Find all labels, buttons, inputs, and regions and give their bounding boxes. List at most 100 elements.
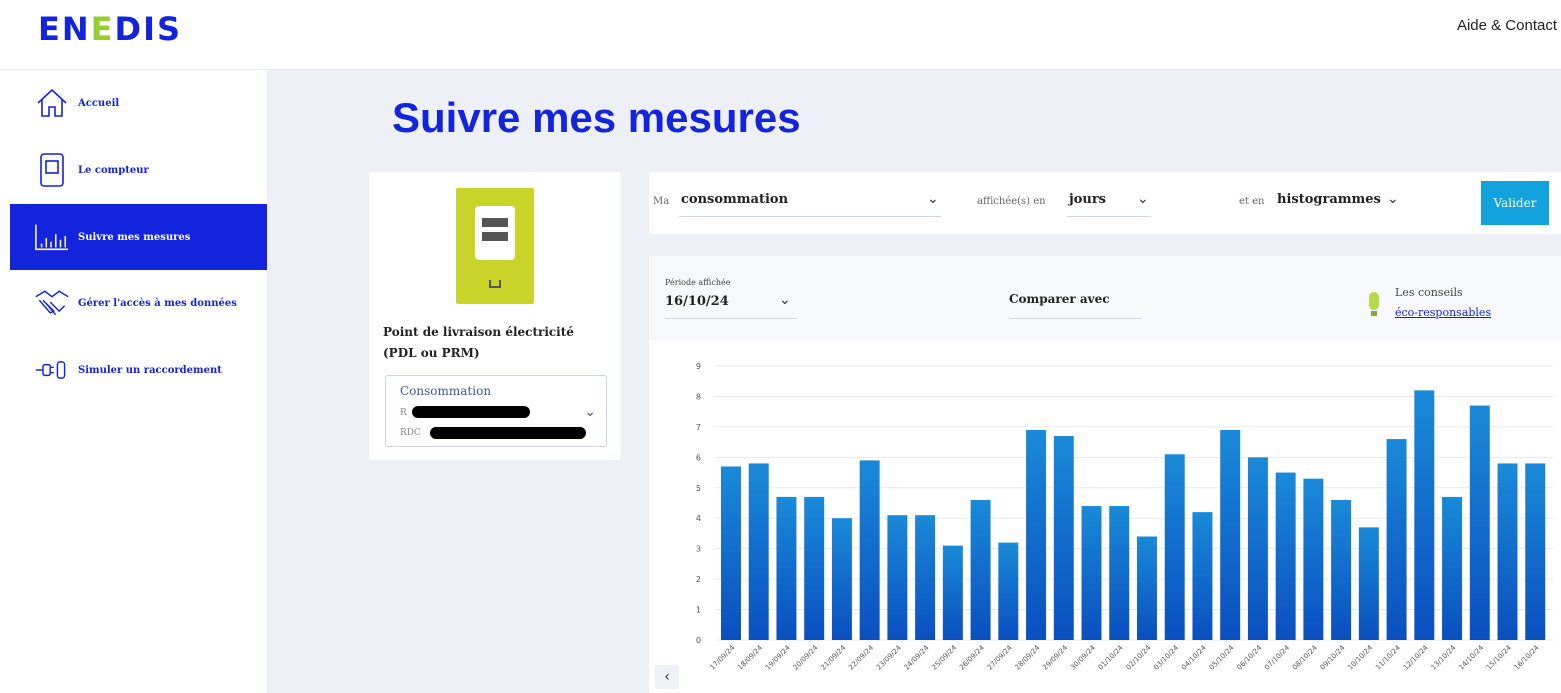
- sidebar: Accueil Le compteur Suivre mes mesures G…: [10, 70, 267, 693]
- pdl-select[interactable]: Consommation R RDC ⌄: [385, 375, 607, 447]
- chart-bar[interactable]: [942, 545, 963, 640]
- sidebar-item-label: Suivre mes mesures: [78, 231, 191, 243]
- sidebar-item-acces-donnees[interactable]: Gérer l'accès à mes données: [10, 270, 267, 336]
- x-tick-label: 10/10/24: [1346, 643, 1374, 671]
- handshake-icon: [34, 285, 70, 321]
- chart-bar[interactable]: [776, 496, 797, 640]
- chart-bar[interactable]: [859, 460, 880, 640]
- chart-card: Période affichée 16/10/24 ⌄ Comparer ave…: [649, 256, 1561, 693]
- chevron-down-icon[interactable]: ⌄: [1387, 191, 1399, 207]
- chart-bar[interactable]: [970, 499, 991, 640]
- meter-screen: [475, 206, 515, 260]
- chart-bar[interactable]: [721, 466, 741, 640]
- eco-tips-link[interactable]: éco-responsables: [1395, 306, 1491, 319]
- pdl-card: Point de livraison électricité (PDL ou P…: [369, 172, 621, 460]
- filter-bar: Ma consommation ⌄ affichée(s) en jours ⌄…: [649, 172, 1561, 234]
- chart-bar[interactable]: [748, 463, 769, 640]
- sidebar-item-accueil[interactable]: Accueil: [10, 70, 267, 136]
- field-underline: [665, 318, 797, 319]
- compare-with-select[interactable]: Comparer avec: [1009, 292, 1110, 306]
- y-tick-label: 6: [696, 453, 701, 462]
- measure-select[interactable]: consommation: [681, 192, 788, 207]
- chart-bar[interactable]: [1414, 390, 1435, 640]
- chevron-left-icon[interactable]: ‹: [655, 665, 679, 689]
- sidebar-item-raccordement[interactable]: Simuler un raccordement: [10, 337, 267, 403]
- chart-icon: [34, 219, 70, 255]
- consumption-bar-chart: 0 1 2 3 4 5 6 7 8 9 17/09/24 18/09/24 19/09/24 20/09/…: [696, 362, 1553, 672]
- sidebar-item-label: Accueil: [78, 97, 120, 109]
- chevron-down-icon[interactable]: ⌄: [779, 292, 791, 308]
- chart-bar[interactable]: [1386, 439, 1407, 640]
- home-icon: [34, 85, 70, 121]
- meter-icon: [34, 152, 70, 188]
- x-tick-label: 14/10/24: [1457, 643, 1485, 671]
- chevron-down-icon[interactable]: ⌄: [1137, 191, 1149, 207]
- chart-bar[interactable]: [1303, 478, 1324, 640]
- chart-bar[interactable]: [1275, 472, 1296, 640]
- x-tick-label: 15/10/24: [1485, 643, 1513, 671]
- field-underline: [1009, 318, 1141, 319]
- filter-label: affichée(s) en: [977, 196, 1046, 207]
- filter-label: et en: [1239, 196, 1265, 207]
- x-tick-label: 20/09/24: [792, 643, 820, 671]
- pdl-label: Point de livraison électricité (PDL ou P…: [383, 325, 574, 360]
- chart-bar[interactable]: [804, 496, 825, 640]
- validate-button[interactable]: Valider: [1481, 181, 1549, 225]
- chart-bar[interactable]: [1137, 536, 1157, 640]
- x-tick-label: 01/10/24: [1097, 643, 1125, 671]
- y-tick-label: 7: [696, 423, 701, 432]
- chart-bar[interactable]: [1081, 506, 1102, 640]
- unit-select[interactable]: jours: [1069, 192, 1106, 207]
- chart-bar[interactable]: [1358, 527, 1379, 640]
- sidebar-item-label: Simuler un raccordement: [78, 364, 222, 376]
- y-tick-label: 4: [696, 514, 701, 523]
- x-tick-label: 29/09/24: [1041, 643, 1069, 671]
- x-tick-label: 04/10/24: [1180, 643, 1208, 671]
- x-tick-label: 02/10/24: [1125, 643, 1153, 671]
- period-select[interactable]: 16/10/24: [665, 294, 729, 309]
- chart-bar[interactable]: [1192, 512, 1213, 640]
- chart-bar[interactable]: [1469, 405, 1490, 640]
- sidebar-item-compteur[interactable]: Le compteur: [10, 137, 267, 203]
- top-header: ENEDIS Aide & Contact: [0, 0, 1561, 70]
- chart-bar[interactable]: [1331, 499, 1352, 640]
- x-tick-label: 06/10/24: [1235, 643, 1263, 671]
- chart-bar[interactable]: [887, 515, 908, 640]
- x-tick-label: 13/10/24: [1430, 643, 1458, 671]
- chart-bar[interactable]: [1525, 463, 1546, 640]
- chevron-down-icon[interactable]: ⌄: [927, 191, 939, 207]
- help-contact-link[interactable]: Aide & Contact: [1457, 17, 1557, 34]
- x-tick-label: 25/09/24: [930, 643, 958, 671]
- chart-controls: Période affichée 16/10/24 ⌄ Comparer ave…: [649, 256, 1561, 340]
- linky-meter-illustration: [456, 188, 534, 304]
- chart-bar[interactable]: [1053, 436, 1074, 640]
- chart-bar[interactable]: [998, 542, 1019, 640]
- chart-bar[interactable]: [1247, 457, 1268, 640]
- x-tick-label: 28/09/24: [1014, 643, 1042, 671]
- chart-bar[interactable]: [1026, 429, 1047, 640]
- sidebar-item-mesures[interactable]: Suivre mes mesures: [10, 204, 267, 270]
- x-tick-label: 21/09/24: [819, 643, 847, 671]
- x-tick-label: 11/10/24: [1374, 643, 1402, 671]
- display-mode-select[interactable]: histogrammes: [1277, 192, 1381, 207]
- y-tick-label: 8: [696, 392, 701, 401]
- chart-bar[interactable]: [1497, 463, 1518, 640]
- field-underline: [679, 216, 941, 217]
- x-tick-label: 24/09/24: [903, 643, 931, 671]
- chart-bar[interactable]: [1109, 506, 1130, 640]
- pdl-select-title: Consommation: [400, 384, 492, 398]
- page-title: Suivre mes mesures: [392, 94, 801, 141]
- x-tick-label: 07/10/24: [1263, 643, 1291, 671]
- pdl-prefix: RDC: [400, 428, 421, 438]
- plug-icon: [34, 352, 70, 388]
- chart-bar[interactable]: [1164, 454, 1185, 640]
- sidebar-item-label: Le compteur: [78, 164, 149, 176]
- enedis-logo[interactable]: ENEDIS: [38, 10, 182, 48]
- chart-bar[interactable]: [915, 515, 936, 640]
- chart-bar[interactable]: [1442, 496, 1463, 640]
- chart-bar[interactable]: [831, 518, 852, 640]
- main-content: Suivre mes mesures Point de livraison él…: [267, 70, 1561, 693]
- x-tick-label: 09/10/24: [1319, 643, 1347, 671]
- redaction-mark: [412, 406, 530, 418]
- chart-bar[interactable]: [1220, 429, 1241, 640]
